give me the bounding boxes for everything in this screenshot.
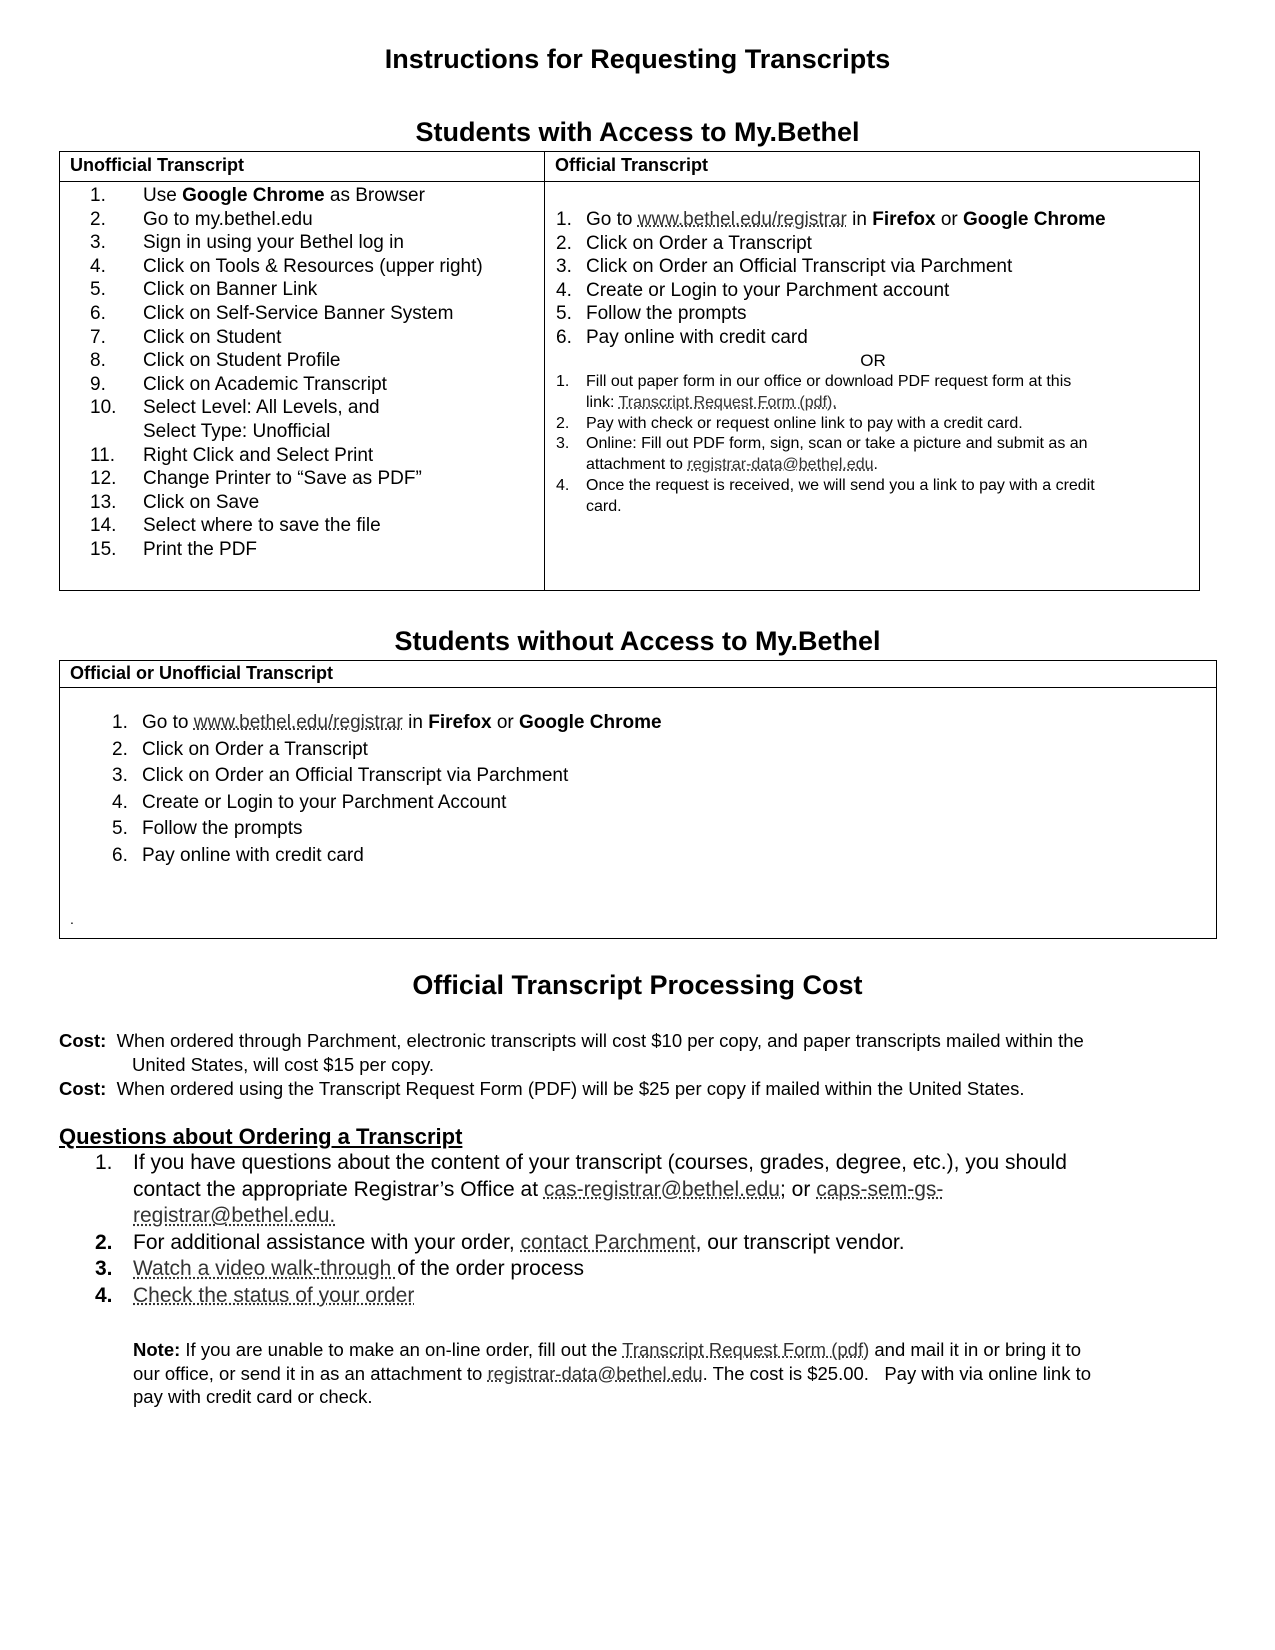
list-item: 13. Click on Save bbox=[90, 491, 260, 513]
list-item: 6. Click on Self-Service Banner System bbox=[90, 302, 454, 324]
order-status-link[interactable]: Check the status of your order bbox=[133, 1284, 414, 1307]
stray-dot: . bbox=[70, 911, 74, 927]
transcript-request-form-link[interactable]: Transcript Request Form (pdf). bbox=[619, 394, 837, 411]
list-item: 2. For additional assistance with your o… bbox=[95, 1230, 905, 1254]
cost-label: Cost: bbox=[59, 1078, 107, 1099]
list-item: 10. Select Level: All Levels, and Select T… bbox=[90, 397, 380, 442]
with-access-heading: Students with Access to My.Bethel bbox=[415, 117, 860, 147]
column-divider bbox=[544, 152, 545, 590]
list-item: 14. Select where to save the file bbox=[90, 515, 381, 537]
unofficial-steps: 1. Use Google Chrome as Browser 2. Go to … bbox=[90, 184, 540, 562]
without-access-steps: 1. Go to www.bethel.edu/registrar in Fir… bbox=[112, 710, 1112, 870]
list-item: 4. Once the request is received, we will… bbox=[556, 476, 1095, 515]
list-item: 2. Click on Order a Transcript bbox=[112, 738, 368, 760]
list-item: 3. Sign in using your Bethel log in bbox=[90, 232, 404, 254]
without-access-table: Official or Unofficial Transcript 1. Go … bbox=[59, 660, 1217, 939]
list-item: 1. Use Google Chrome as Browser bbox=[90, 185, 425, 206]
or-divider-label: OR bbox=[860, 351, 886, 370]
list-item: 6. Pay online with credit card bbox=[556, 326, 808, 348]
list-item: 4. Click on Tools & Resources (upper righ… bbox=[90, 255, 483, 277]
without-access-heading: Students without Access to My.Bethel bbox=[394, 626, 881, 656]
cost-heading: Official Transcript Processing Cost bbox=[412, 970, 863, 1000]
cost-line-1: Cost: When ordered through Parchment, el… bbox=[59, 1030, 1084, 1051]
list-item: 1. Go to www.bethel.edu/registrar in Fir… bbox=[556, 209, 1106, 230]
contact-parchment-link[interactable]: contact Parchment bbox=[521, 1231, 696, 1254]
list-item: 1. Fill out paper form in our office or … bbox=[556, 373, 1072, 411]
list-item: 8. Click on Student Profile bbox=[90, 350, 341, 372]
list-item: 5. Follow the prompts bbox=[112, 818, 303, 840]
list-item: 3. Watch a video walk-through of the ord… bbox=[95, 1257, 584, 1280]
list-item: 3. Click on Order an Official Transcript … bbox=[556, 256, 1013, 278]
alt-official-steps: 1. Fill out paper form in our office or … bbox=[556, 372, 1196, 518]
list-item: 3. Online: Fill out PDF form, sign, scan… bbox=[556, 435, 1088, 474]
registrar-link[interactable]: www.bethel.edu/registrar bbox=[194, 712, 403, 733]
video-walkthrough-link[interactable]: Watch a video walk-through bbox=[133, 1257, 397, 1280]
list-item: 6. Pay online with credit card bbox=[112, 844, 364, 866]
note-paragraph: Note: If you are unable to make an on-li… bbox=[133, 1339, 1092, 1408]
list-item: 2. Pay with check or request online link … bbox=[556, 414, 1023, 432]
questions-list: 1. If you have questions about the conte… bbox=[95, 1150, 1205, 1309]
cost-line-2: Cost: When ordered using the Transcript … bbox=[59, 1078, 1025, 1099]
list-item: 1. Go to www.bethel.edu/registrar in Fir… bbox=[112, 712, 662, 733]
unofficial-header: Unofficial Transcript bbox=[70, 155, 245, 175]
list-item: 4. Create or Login to your Parchment Acco… bbox=[112, 791, 507, 813]
list-item: 2. Go to my.bethel.edu bbox=[90, 208, 313, 230]
caps-registrar-email-link-cont[interactable]: registrar@bethel.edu. bbox=[133, 1203, 1205, 1230]
list-item: 4. Check the status of your order bbox=[95, 1283, 415, 1307]
official-header: Official Transcript bbox=[555, 155, 709, 175]
without-access-header: Official or Unofficial Transcript bbox=[60, 661, 1216, 688]
questions-heading: Questions about Ordering a Transcript bbox=[59, 1124, 463, 1149]
cost-label: Cost: bbox=[59, 1030, 107, 1051]
transcript-request-form-link[interactable]: Transcript Request Form (pdf) bbox=[622, 1339, 869, 1360]
list-item: 3. Click on Order an Official Transcript … bbox=[112, 765, 569, 787]
note-label: Note: bbox=[133, 1339, 181, 1360]
cost-line-1-cont: United States, will cost $15 per copy. bbox=[132, 1054, 434, 1075]
list-item: 15. Print the PDF bbox=[90, 538, 258, 560]
list-item: 7. Click on Student bbox=[90, 326, 282, 348]
list-item: 11. Right Click and Select Print bbox=[90, 444, 374, 466]
list-item: 4. Create or Login to your Parchment acco… bbox=[556, 279, 950, 301]
list-item: 1. If you have questions about the conte… bbox=[95, 1150, 1205, 1230]
registrar-link[interactable]: www.bethel.edu/registrar bbox=[638, 209, 847, 230]
page-title: Instructions for Requesting Transcripts bbox=[384, 44, 891, 74]
official-steps: 1. Go to www.bethel.edu/registrar in Fir… bbox=[556, 208, 1196, 350]
cas-registrar-email-link[interactable]: cas-registrar@bethel.edu bbox=[544, 1178, 780, 1201]
list-item: 5. Click on Banner Link bbox=[90, 279, 318, 301]
list-item: 5. Follow the prompts bbox=[556, 303, 747, 325]
list-item: 12. Change Printer to “Save as PDF” bbox=[90, 468, 422, 490]
registrar-data-email-link[interactable]: registrar-data@bethel.edu bbox=[687, 456, 873, 473]
list-item: 2. Click on Order a Transcript bbox=[556, 232, 812, 254]
registrar-data-email-link[interactable]: registrar-data@bethel.edu bbox=[487, 1363, 702, 1384]
with-access-table: Unofficial Transcript Official Transcrip… bbox=[59, 151, 1200, 591]
list-item: 9. Click on Academic Transcript bbox=[90, 373, 387, 395]
caps-registrar-email-link[interactable]: caps-sem-gs- bbox=[816, 1178, 943, 1201]
